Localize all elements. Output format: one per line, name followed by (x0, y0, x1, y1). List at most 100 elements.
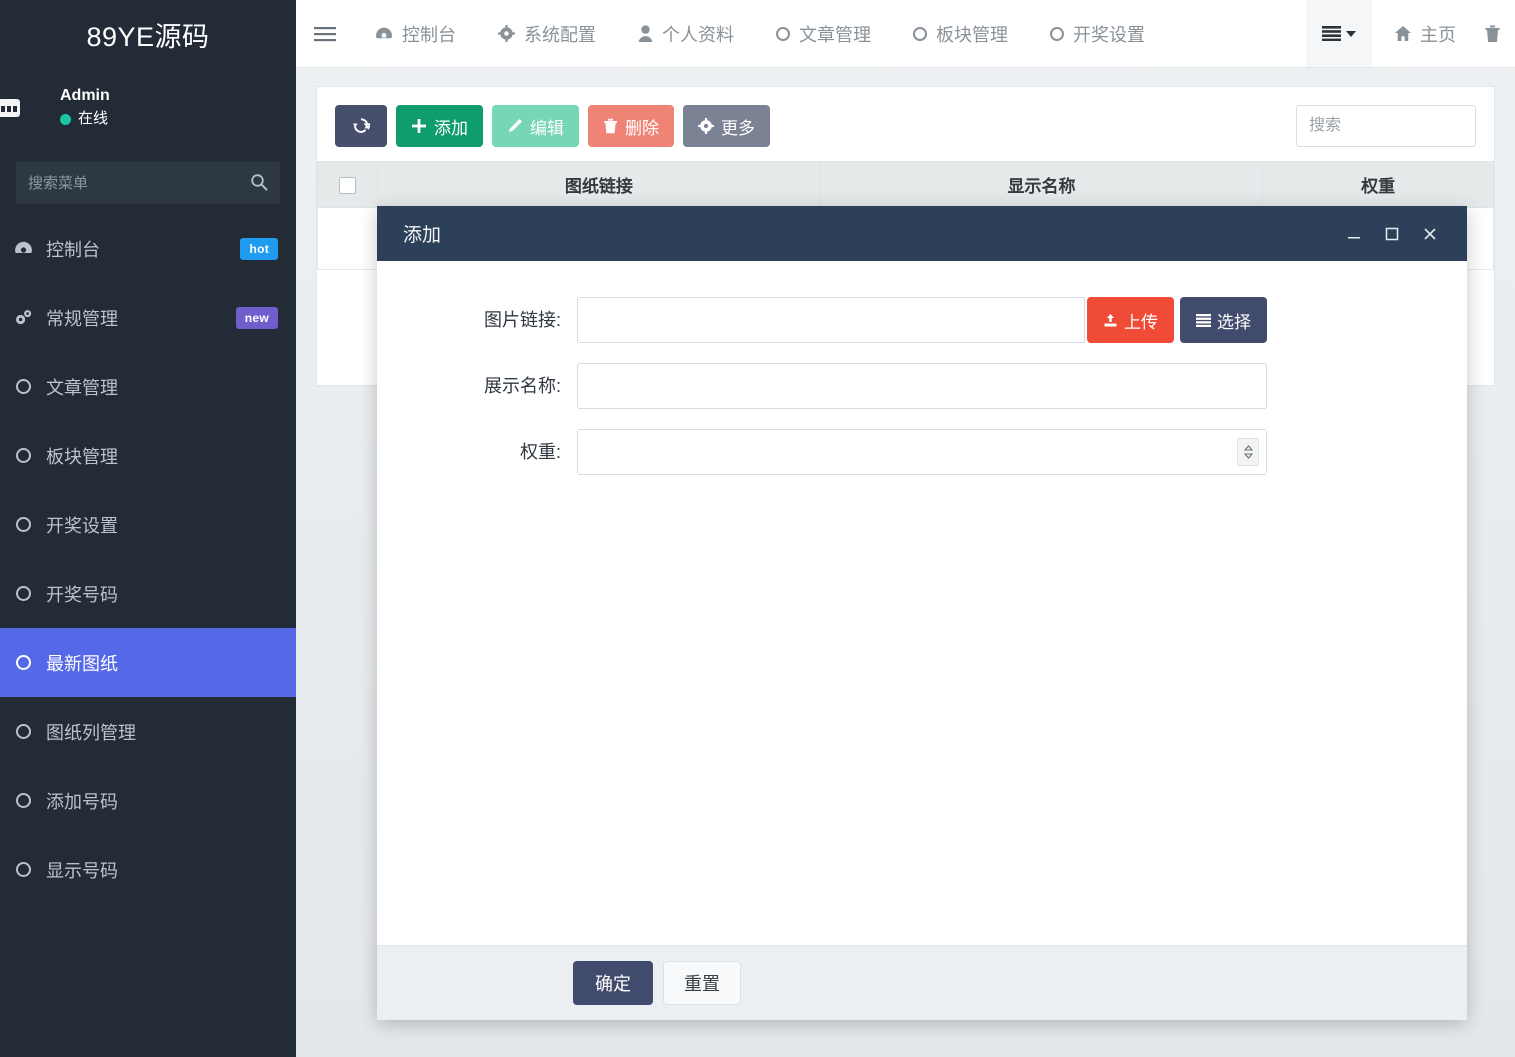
toolbar-button-3[interactable]: 更多 (683, 105, 770, 147)
minimize-icon[interactable] (1335, 214, 1373, 254)
online-dot-icon (60, 113, 71, 125)
top-navbar-right: 主页 (1306, 0, 1515, 67)
upload-icon (1103, 313, 1118, 328)
toolbar-button-1[interactable]: 编辑 (492, 105, 579, 147)
sidebar-item-label: 板块管理 (46, 446, 118, 467)
list-icon (1196, 313, 1211, 327)
sidebar-item-8[interactable]: 添加号码 (0, 766, 296, 835)
dashboard-icon (375, 25, 393, 43)
topnav-item-label: 板块管理 (936, 24, 1008, 45)
sidebar-item-label: 显示号码 (46, 860, 118, 881)
chevron-down-icon (1346, 30, 1356, 37)
circle-icon (0, 586, 46, 601)
user-name: Admin (60, 87, 110, 104)
table-header-checkbox-cell (317, 161, 378, 208)
home-label: 主页 (1420, 24, 1456, 45)
sidebar-item-1[interactable]: 常规管理 new (0, 283, 296, 352)
toolbar-button-0[interactable]: 添加 (396, 105, 483, 147)
topnav-item-3[interactable]: 文章管理 (755, 0, 892, 67)
toolbar-button-2[interactable]: 删除 (588, 105, 674, 147)
weight-field-group (577, 429, 1267, 475)
sidebar-item-label: 图纸列管理 (46, 722, 136, 743)
sidebar-item-7[interactable]: 图纸列管理 (0, 697, 296, 766)
form-row-display-name: 展示名称: (377, 363, 1467, 409)
dashboard-icon (0, 239, 46, 258)
sidebar-item-4[interactable]: 开奖设置 (0, 490, 296, 559)
sidebar-item-0[interactable]: 控制台 hot (0, 214, 296, 283)
circle-icon (0, 448, 46, 463)
topnav-item-2[interactable]: 个人资料 (617, 0, 755, 67)
toolbar-button-label: 更多 (721, 118, 755, 138)
weight-input[interactable] (577, 429, 1267, 475)
list-menu-button[interactable] (1306, 0, 1372, 67)
select-label: 选择 (1217, 312, 1251, 332)
dialog-body: 图片链接: 上传 选择 展示名称: 权重: (377, 261, 1467, 945)
image-link-field-group: 上传 选择 (577, 297, 1267, 343)
circle-icon (0, 724, 46, 739)
gear-icon (698, 118, 714, 134)
topnav-item-0[interactable]: 控制台 (354, 0, 477, 67)
maximize-icon[interactable] (1373, 214, 1411, 254)
user-panel: Admin 在线 (0, 68, 296, 148)
topnav-item-1[interactable]: 系统配置 (477, 0, 617, 67)
sidebar-item-2[interactable]: 文章管理 (0, 352, 296, 421)
pencil-icon (507, 118, 523, 134)
dialog-title: 添加 (403, 225, 442, 246)
topnav-spacer (1166, 0, 1306, 67)
topnav-item-4[interactable]: 板块管理 (892, 0, 1029, 67)
form-row-weight: 权重: (377, 429, 1467, 475)
hamburger-icon[interactable] (296, 0, 354, 67)
reset-button[interactable]: 重置 (663, 961, 741, 1005)
topnav-item-5[interactable]: 开奖设置 (1029, 0, 1166, 67)
table-cell (317, 207, 378, 270)
close-icon[interactable] (1411, 214, 1449, 254)
sidebar-item-5[interactable]: 开奖号码 (0, 559, 296, 628)
display-name-input[interactable] (577, 363, 1267, 409)
weight-label: 权重: (519, 442, 561, 462)
sidebar-item-label: 控制台 (46, 239, 100, 260)
select-button[interactable]: 选择 (1180, 297, 1267, 343)
user-avatar-icon (0, 85, 32, 131)
search-input[interactable] (1296, 105, 1476, 147)
confirm-button[interactable]: 确定 (573, 961, 653, 1005)
menu-search-input[interactable] (16, 162, 280, 204)
sidebar-item-label: 添加号码 (46, 791, 118, 812)
topnav-item-label: 控制台 (402, 24, 456, 45)
table-header-link[interactable]: 图纸链接 (377, 161, 821, 208)
sidebar-item-label: 最新图纸 (46, 653, 118, 674)
sidebar-item-label: 文章管理 (46, 377, 118, 398)
sidebar-item-3[interactable]: 板块管理 (0, 421, 296, 490)
table-head: 图纸链接 显示名称 权重 (317, 161, 1494, 208)
toolbar-buttons: 添加 编辑 删除 更多 (396, 105, 779, 147)
sidebar-item-6[interactable]: 最新图纸 (0, 628, 296, 697)
table-header-row: 图纸链接 显示名称 权重 (317, 161, 1494, 208)
trash-icon[interactable] (1478, 0, 1515, 67)
toolbar-button-label: 编辑 (530, 118, 564, 138)
home-link[interactable]: 主页 (1372, 0, 1478, 67)
gear-icon (498, 25, 515, 42)
table-toolbar: 添加 编辑 删除 更多 (317, 87, 1494, 161)
select-all-checkbox[interactable] (339, 176, 356, 194)
refresh-icon (352, 117, 370, 135)
topnav-item-label: 个人资料 (662, 24, 734, 45)
toolbar-button-label: 删除 (625, 118, 659, 138)
circle-icon (0, 793, 46, 808)
refresh-button[interactable] (335, 105, 387, 147)
circle-icon (776, 26, 790, 41)
upload-button[interactable]: 上传 (1087, 297, 1174, 343)
dialog-titlebar[interactable]: 添加 (377, 206, 1467, 261)
sidebar-item-9[interactable]: 显示号码 (0, 835, 296, 904)
circle-icon (0, 517, 46, 532)
home-icon (1394, 25, 1412, 42)
circle-icon (0, 655, 46, 670)
circle-icon (0, 862, 46, 877)
table-header-weight[interactable]: 权重 (1262, 161, 1494, 208)
form-row-image-link: 图片链接: 上传 选择 (377, 297, 1467, 343)
circle-icon (0, 379, 46, 394)
quantity-stepper[interactable] (1237, 438, 1259, 466)
user-meta: Admin 在线 (60, 85, 110, 131)
image-link-input[interactable] (577, 297, 1085, 343)
table-header-name[interactable]: 显示名称 (819, 161, 1264, 208)
cogs-icon (0, 308, 46, 327)
user-status: 在线 (60, 107, 110, 131)
